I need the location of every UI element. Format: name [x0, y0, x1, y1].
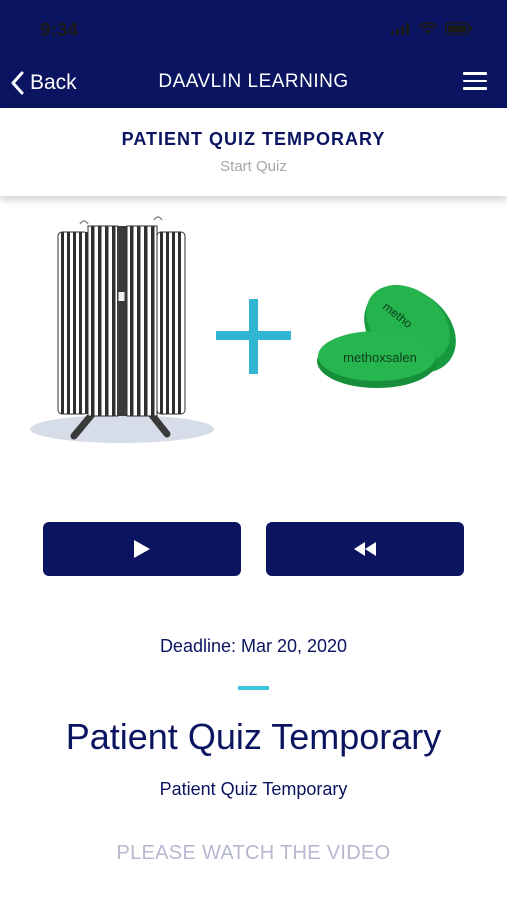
deadline-text: Deadline: Mar 20, 2020 [159, 636, 348, 656]
nav-title: DAAVLIN LEARNING [158, 71, 349, 92]
pill-front-label: methoxsalen [343, 350, 417, 365]
accent-divider [238, 686, 269, 690]
status-bar: 9:34 [0, 0, 507, 58]
rewind-button[interactable] [266, 522, 464, 576]
plus-icon [216, 299, 291, 374]
status-icons [391, 22, 473, 35]
start-quiz-label: Start Quiz [220, 158, 287, 175]
nav-bar: Back DAAVLIN LEARNING [0, 58, 507, 108]
watch-video-prompt: PLEASE WATCH THE VIDEO [116, 842, 391, 864]
play-icon [134, 540, 150, 558]
methoxsalen-pills-illustration: metho methoxsalen [317, 285, 456, 388]
status-time: 9:34 [40, 20, 79, 41]
quiz-header-title: PATIENT QUIZ TEMPORARY [121, 129, 386, 149]
wifi-icon [419, 22, 437, 35]
quiz-title: Patient Quiz Temporary [65, 716, 442, 757]
hero-illustration: metho methoxsalen [30, 216, 456, 443]
battery-icon [445, 22, 473, 35]
phototherapy-booth-illustration [30, 216, 214, 443]
hamburger-menu-icon[interactable] [463, 72, 487, 92]
quiz-description: Patient Quiz Temporary [159, 779, 348, 799]
play-button[interactable] [43, 522, 241, 576]
rewind-icon [354, 542, 376, 556]
signal-icon [391, 22, 409, 35]
quiz-header: PATIENT QUIZ TEMPORARY Start Quiz [0, 108, 507, 196]
